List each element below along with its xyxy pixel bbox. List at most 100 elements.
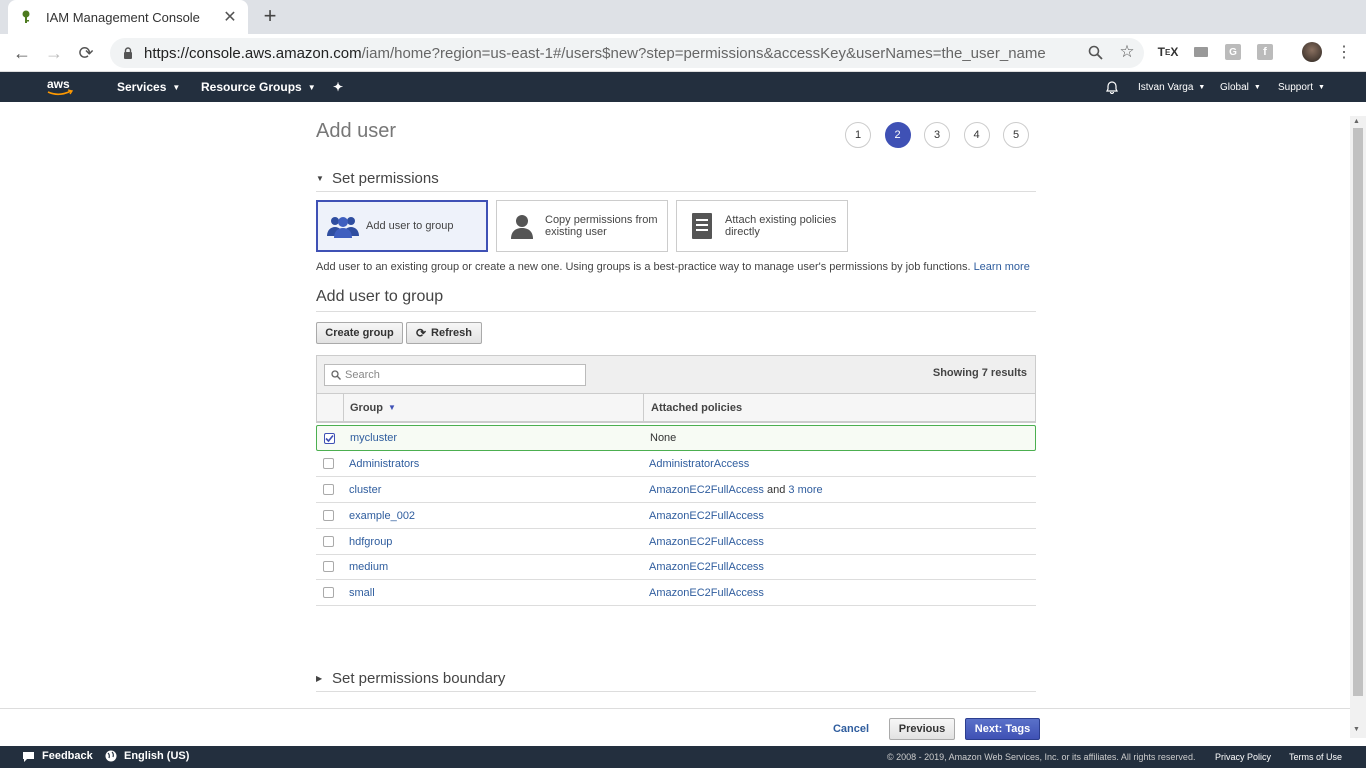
resource-groups-label: Resource Groups xyxy=(201,80,302,94)
group-name-link[interactable]: medium xyxy=(349,561,649,573)
profile-avatar[interactable] xyxy=(1302,42,1322,62)
more-policies-link[interactable]: 3 more xyxy=(788,484,822,496)
group-name-link[interactable]: cluster xyxy=(349,484,649,496)
group-name-link[interactable]: example_002 xyxy=(349,510,649,522)
browser-tab[interactable]: IAM Management Console ✕ xyxy=(8,0,248,34)
scroll-down-icon[interactable]: ▼ xyxy=(1353,726,1360,733)
wizard-actions: Cancel Previous Next: Tags xyxy=(0,708,1350,746)
attached-policy-link[interactable]: AmazonEC2FullAccess xyxy=(649,510,764,522)
scrollbar-thumb[interactable] xyxy=(1353,128,1363,696)
tex-extension-icon[interactable]: TEX xyxy=(1158,42,1179,62)
search-input[interactable]: Search xyxy=(324,364,586,386)
browser-toolbar: ← → ⟳ https://console.aws.amazon.com/iam… xyxy=(0,34,1366,72)
option-add-user-to-group[interactable]: Add user to group xyxy=(316,200,488,252)
learn-more-link[interactable]: Learn more xyxy=(974,261,1030,273)
attached-policy-link[interactable]: AmazonEC2FullAccess xyxy=(649,484,764,496)
back-icon[interactable]: ← xyxy=(11,42,33,64)
option-label: Attach existing policies directly xyxy=(725,214,837,238)
table-toolbar: Search Showing 7 results xyxy=(317,356,1035,394)
permissions-boundary-header[interactable]: ▶ Set permissions boundary xyxy=(316,670,1036,692)
option-attach-policies[interactable]: Attach existing policies directly xyxy=(676,200,848,252)
previous-button[interactable]: Previous xyxy=(889,718,955,740)
language-label: English (US) xyxy=(124,750,190,762)
permissions-description: Add user to an existing group or create … xyxy=(316,261,1030,273)
create-group-button[interactable]: Create group xyxy=(316,322,403,344)
scroll-up-icon[interactable]: ▲ xyxy=(1353,118,1360,125)
row-checkbox[interactable] xyxy=(323,510,334,521)
chevron-down-icon: ▼ xyxy=(172,82,181,92)
chevron-down-icon: ▼ xyxy=(1198,83,1206,91)
set-permissions-header[interactable]: ▼ Set permissions xyxy=(316,170,1036,192)
cancel-button[interactable]: Cancel xyxy=(826,718,876,740)
privacy-policy-link[interactable]: Privacy Policy xyxy=(1215,752,1271,762)
support-menu[interactable]: Support ▼ xyxy=(1278,72,1325,102)
table-row[interactable]: mycluster None xyxy=(316,425,1036,451)
attached-policy-link[interactable]: AdministratorAccess xyxy=(649,458,749,470)
row-checkbox[interactable] xyxy=(323,484,334,495)
facebook-extension-icon[interactable]: f xyxy=(1255,42,1275,62)
user-icon xyxy=(505,209,539,243)
attached-policy-link[interactable]: AmazonEC2FullAccess xyxy=(649,587,764,599)
refresh-button[interactable]: ⟳ Refresh xyxy=(406,322,482,344)
zoom-icon[interactable] xyxy=(1085,42,1105,62)
language-selector[interactable]: English (US) xyxy=(105,750,189,762)
step-5[interactable]: 5 xyxy=(1003,122,1029,148)
attached-policy-link[interactable]: AmazonEC2FullAccess xyxy=(649,561,764,573)
groups-table: Search Showing 7 results Group ▼ Attached… xyxy=(316,355,1036,423)
group-name-link[interactable]: mycluster xyxy=(350,432,650,444)
step-4[interactable]: 4 xyxy=(963,122,990,148)
option-label: Copy permissions from existing user xyxy=(545,214,658,238)
search-placeholder: Search xyxy=(345,369,380,381)
group-column-label: Group xyxy=(350,401,383,414)
row-checkbox[interactable] xyxy=(323,561,334,572)
option-copy-permissions[interactable]: Copy permissions from existing user xyxy=(496,200,668,252)
row-checkbox[interactable] xyxy=(323,536,334,547)
table-row[interactable]: medium AmazonEC2FullAccess xyxy=(316,554,1036,580)
feedback-link[interactable]: Feedback xyxy=(22,750,93,762)
account-menu[interactable]: Istvan Varga ▼ xyxy=(1138,72,1205,102)
screen-extension-icon[interactable] xyxy=(1191,42,1211,62)
step-3[interactable]: 3 xyxy=(924,122,950,148)
step-1[interactable]: 1 xyxy=(845,122,871,148)
g-extension-icon[interactable]: G xyxy=(1223,42,1243,62)
table-row[interactable]: Administrators AdministratorAccess xyxy=(316,451,1036,477)
table-row[interactable]: hdfgroup AmazonEC2FullAccess xyxy=(316,529,1036,555)
browser-menu-icon[interactable]: ⋮ xyxy=(1334,42,1354,62)
next-tags-button[interactable]: Next: Tags xyxy=(965,718,1040,740)
row-checkbox[interactable] xyxy=(323,458,334,469)
new-tab-icon[interactable]: + xyxy=(260,5,280,27)
search-icon xyxy=(331,370,341,380)
terms-of-use-link[interactable]: Terms of Use xyxy=(1289,752,1342,762)
chevron-down-icon: ▼ xyxy=(1253,83,1261,91)
region-menu[interactable]: Global ▼ xyxy=(1220,72,1261,102)
address-bar[interactable]: https://console.aws.amazon.com/iam/home?… xyxy=(110,38,1144,68)
step-2[interactable]: 2 xyxy=(884,122,911,148)
services-menu[interactable]: Services ▼ xyxy=(117,72,180,102)
table-row[interactable]: small AmazonEC2FullAccess xyxy=(316,580,1036,606)
group-name-link[interactable]: hdfgroup xyxy=(349,536,649,548)
url-path: /iam/home?region=us-east-1#/users$new?st… xyxy=(361,44,1046,62)
reload-icon[interactable]: ⟳ xyxy=(75,42,97,64)
page-scrollbar[interactable]: ▲ ▼ xyxy=(1350,116,1366,738)
sort-desc-icon: ▼ xyxy=(388,403,396,412)
aws-logo[interactable]: aws xyxy=(45,76,77,98)
group-column-header[interactable]: Group ▼ xyxy=(344,394,644,421)
row-checkbox[interactable] xyxy=(323,587,334,598)
notifications-bell-icon[interactable] xyxy=(1106,72,1118,102)
table-row[interactable]: example_002 AmazonEC2FullAccess xyxy=(316,503,1036,529)
close-tab-icon[interactable]: ✕ xyxy=(222,7,238,27)
policies-column-header: Attached policies xyxy=(651,401,743,414)
bookmark-star-icon[interactable]: ☆ xyxy=(1117,42,1137,62)
group-name-link[interactable]: Administrators xyxy=(349,458,649,470)
group-name-link[interactable]: small xyxy=(349,587,649,599)
page-title: Add user xyxy=(316,120,397,142)
attached-policy-link[interactable]: AmazonEC2FullAccess xyxy=(649,536,764,548)
row-checkbox[interactable] xyxy=(324,432,335,444)
table-row[interactable]: cluster AmazonEC2FullAccess and 3 more xyxy=(316,477,1036,503)
pin-icon[interactable]: ✦ xyxy=(333,72,343,102)
resource-groups-menu[interactable]: Resource Groups ▼ xyxy=(201,72,316,102)
forward-icon[interactable]: → xyxy=(43,42,65,64)
region-label: Global xyxy=(1220,81,1249,93)
description-text: Add user to an existing group or create … xyxy=(316,261,971,273)
select-column-header xyxy=(317,394,344,421)
